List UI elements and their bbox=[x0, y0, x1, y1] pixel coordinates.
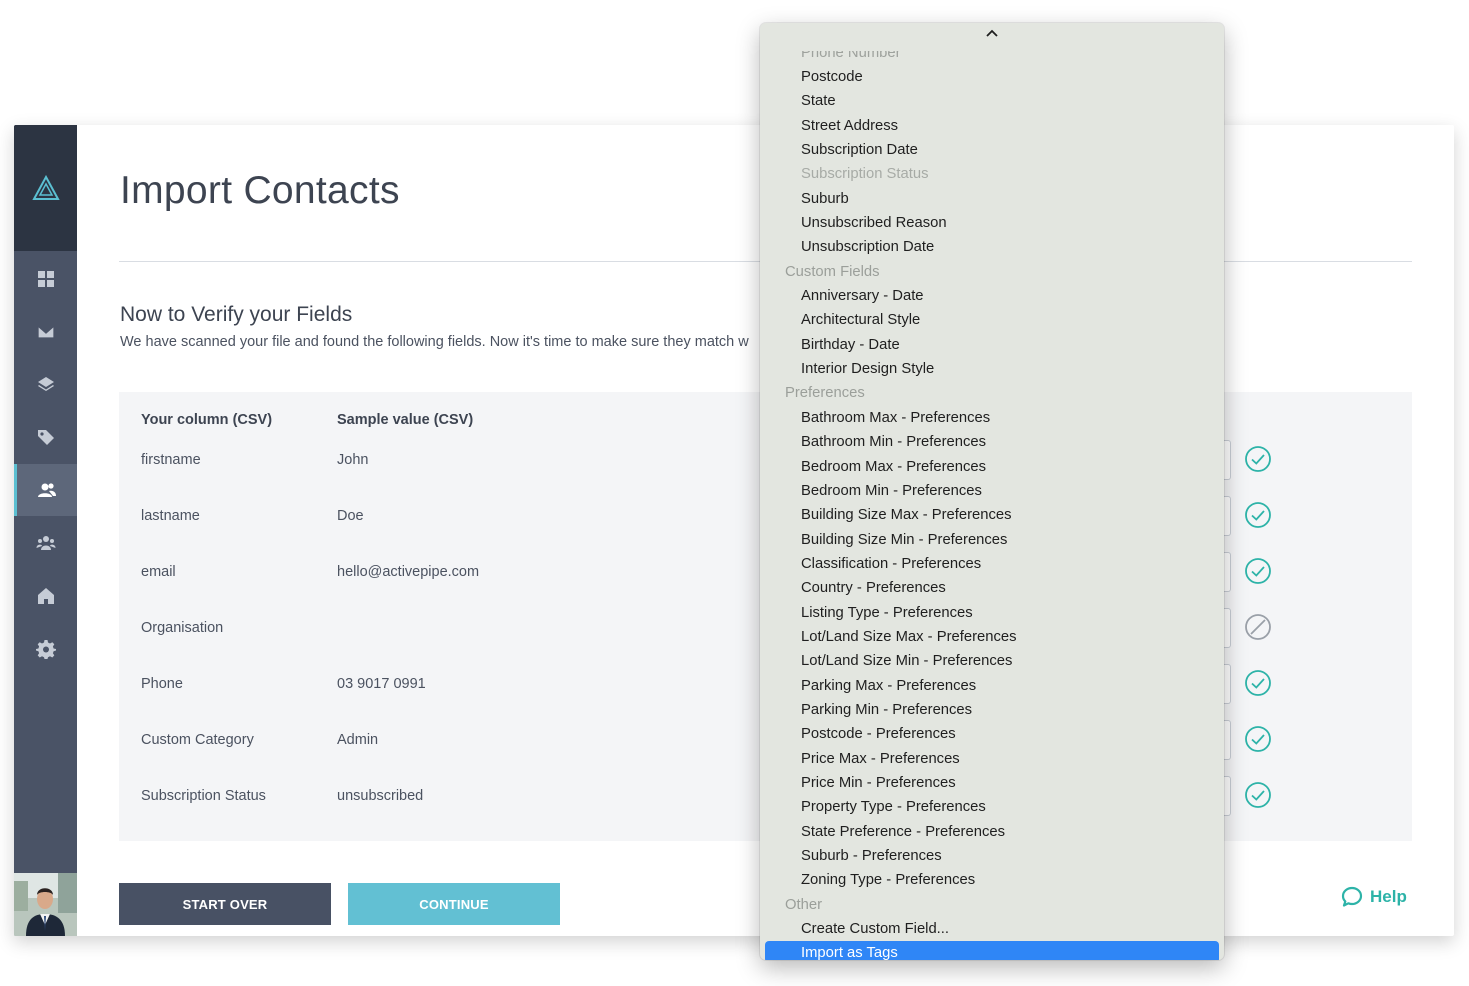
help-button[interactable]: Help bbox=[1341, 886, 1407, 908]
csv-column-name: Phone bbox=[141, 676, 183, 692]
csv-sample-value: Doe bbox=[337, 508, 364, 524]
check-circle-icon bbox=[1245, 670, 1271, 696]
column-header-your-column: Your column (CSV) bbox=[141, 412, 273, 428]
dropdown-option[interactable]: Country - Preferences bbox=[765, 576, 1219, 600]
sidebar-item-tags[interactable] bbox=[14, 411, 77, 463]
chevron-up-icon[interactable] bbox=[984, 27, 1000, 39]
csv-sample-value: unsubscribed bbox=[337, 788, 424, 804]
dropdown-option[interactable]: Property Type - Preferences bbox=[765, 795, 1219, 819]
dropdown-option[interactable]: Classification - Preferences bbox=[765, 552, 1219, 576]
team-icon bbox=[36, 536, 55, 550]
check-circle-icon bbox=[1245, 502, 1271, 528]
sidebar-item-layers[interactable] bbox=[14, 358, 77, 410]
continue-button[interactable]: CONTINUE bbox=[348, 883, 560, 925]
csv-sample-value: 03 9017 0991 bbox=[337, 676, 426, 692]
dropdown-option[interactable]: Import as Tags bbox=[765, 941, 1219, 960]
dropdown-option[interactable]: Birthday - Date bbox=[765, 333, 1219, 357]
sidebar bbox=[14, 125, 77, 936]
logo-icon bbox=[31, 175, 60, 200]
tag-icon bbox=[37, 430, 54, 445]
dropdown-option[interactable]: Bedroom Max - Preferences bbox=[765, 455, 1219, 479]
csv-column-name: email bbox=[141, 564, 176, 580]
dropdown-option[interactable]: Building Size Min - Preferences bbox=[765, 528, 1219, 552]
dropdown-option[interactable]: Postcode bbox=[765, 65, 1219, 89]
csv-column-name: Custom Category bbox=[141, 732, 254, 748]
dropdown-option[interactable]: Interior Design Style bbox=[765, 357, 1219, 381]
section-title: Now to Verify your Fields bbox=[120, 303, 353, 326]
dropdown-option[interactable]: Lot/Land Size Min - Preferences bbox=[765, 649, 1219, 673]
csv-sample-value: Admin bbox=[337, 732, 379, 748]
dropdown-option[interactable]: Parking Max - Preferences bbox=[765, 674, 1219, 698]
dropdown-option[interactable]: State bbox=[765, 89, 1219, 113]
dropdown-option[interactable]: Listing Type - Preferences bbox=[765, 601, 1219, 625]
section-description: We have scanned your file and found the … bbox=[120, 334, 749, 350]
sidebar-item-contacts[interactable] bbox=[14, 464, 77, 516]
field-select-dropdown-menu[interactable]: Phone Number Postcode State Street Address… bbox=[760, 23, 1224, 960]
dropdown-option[interactable]: Building Size Max - Preferences bbox=[765, 503, 1219, 527]
sidebar-item-dashboard[interactable] bbox=[14, 253, 77, 305]
dropdown-option[interactable]: Suburb - Preferences bbox=[765, 844, 1219, 868]
logo[interactable] bbox=[14, 125, 77, 251]
dropdown-option[interactable]: State Preference - Preferences bbox=[765, 820, 1219, 844]
csv-column-name: firstname bbox=[141, 452, 201, 468]
dropdown-option[interactable]: Price Max - Preferences bbox=[765, 747, 1219, 771]
grid-icon bbox=[37, 271, 54, 287]
check-circle-icon bbox=[1245, 446, 1271, 472]
sidebar-item-settings[interactable] bbox=[14, 623, 77, 675]
csv-column-name: Subscription Status bbox=[141, 788, 266, 804]
gear-icon bbox=[35, 640, 56, 659]
dropdown-option[interactable]: Subscription Date bbox=[765, 138, 1219, 162]
dropdown-option[interactable]: Suburb bbox=[765, 187, 1219, 211]
sidebar-item-team[interactable] bbox=[14, 517, 77, 569]
dropdown-group-header: Preferences bbox=[785, 385, 865, 402]
csv-sample-value: hello@activepipe.com bbox=[337, 564, 480, 580]
dropdown-option[interactable]: Unsubscription Date bbox=[765, 235, 1219, 259]
dropdown-option[interactable]: Zoning Type - Preferences bbox=[765, 868, 1219, 892]
dropdown-option[interactable]: Street Address bbox=[765, 114, 1219, 138]
dropdown-option[interactable]: Unsubscribed Reason bbox=[765, 211, 1219, 235]
dropdown-option[interactable]: Architectural Style bbox=[765, 308, 1219, 332]
skip-circle-icon bbox=[1245, 614, 1271, 640]
dropdown-option[interactable]: Parking Min - Preferences bbox=[765, 698, 1219, 722]
dropdown-option[interactable]: Lot/Land Size Max - Preferences bbox=[765, 625, 1219, 649]
dropdown-option[interactable]: Postcode - Preferences bbox=[765, 722, 1219, 746]
dropdown-option[interactable]: Price Min - Preferences bbox=[765, 771, 1219, 795]
start-over-button[interactable]: START OVER bbox=[119, 883, 331, 925]
check-circle-icon bbox=[1245, 782, 1271, 808]
house-icon bbox=[37, 588, 54, 604]
sidebar-item-properties[interactable] bbox=[14, 570, 77, 622]
csv-sample-value: John bbox=[337, 452, 369, 468]
user-avatar[interactable] bbox=[14, 873, 77, 936]
dropdown-option[interactable]: Bathroom Max - Preferences bbox=[765, 406, 1219, 430]
dropdown-option-clipped[interactable]: Phone Number bbox=[765, 51, 1219, 65]
dropdown-group-header: Other bbox=[785, 896, 823, 913]
envelope-icon bbox=[36, 325, 55, 339]
dropdown-option: Subscription Status bbox=[801, 166, 929, 183]
dropdown-option[interactable]: Bedroom Min - Preferences bbox=[765, 479, 1219, 503]
dropdown-option[interactable]: Create Custom Field... bbox=[765, 917, 1219, 941]
dropdown-option[interactable]: Bathroom Min - Preferences bbox=[765, 430, 1219, 454]
check-circle-icon bbox=[1245, 726, 1271, 752]
layers-icon bbox=[37, 377, 54, 391]
column-header-sample-value: Sample value (CSV) bbox=[337, 412, 474, 428]
dropdown-option[interactable]: Anniversary - Date bbox=[765, 284, 1219, 308]
check-circle-icon bbox=[1245, 558, 1271, 584]
csv-column-name: lastname bbox=[141, 508, 200, 524]
sidebar-item-mail[interactable] bbox=[14, 306, 77, 358]
chat-bubble-icon bbox=[1341, 886, 1363, 907]
dropdown-group-header: Custom Fields bbox=[785, 263, 880, 280]
app-window: Import Contacts Now to Verify your Field… bbox=[14, 125, 1454, 936]
help-label: Help bbox=[1370, 887, 1407, 906]
page-title: Import Contacts bbox=[120, 169, 400, 212]
contacts-icon bbox=[38, 483, 56, 497]
csv-column-name: Organisation bbox=[141, 620, 224, 636]
avatar-image bbox=[14, 873, 77, 936]
dropdown-options: Phone Number Postcode State Street Address… bbox=[760, 51, 1224, 960]
